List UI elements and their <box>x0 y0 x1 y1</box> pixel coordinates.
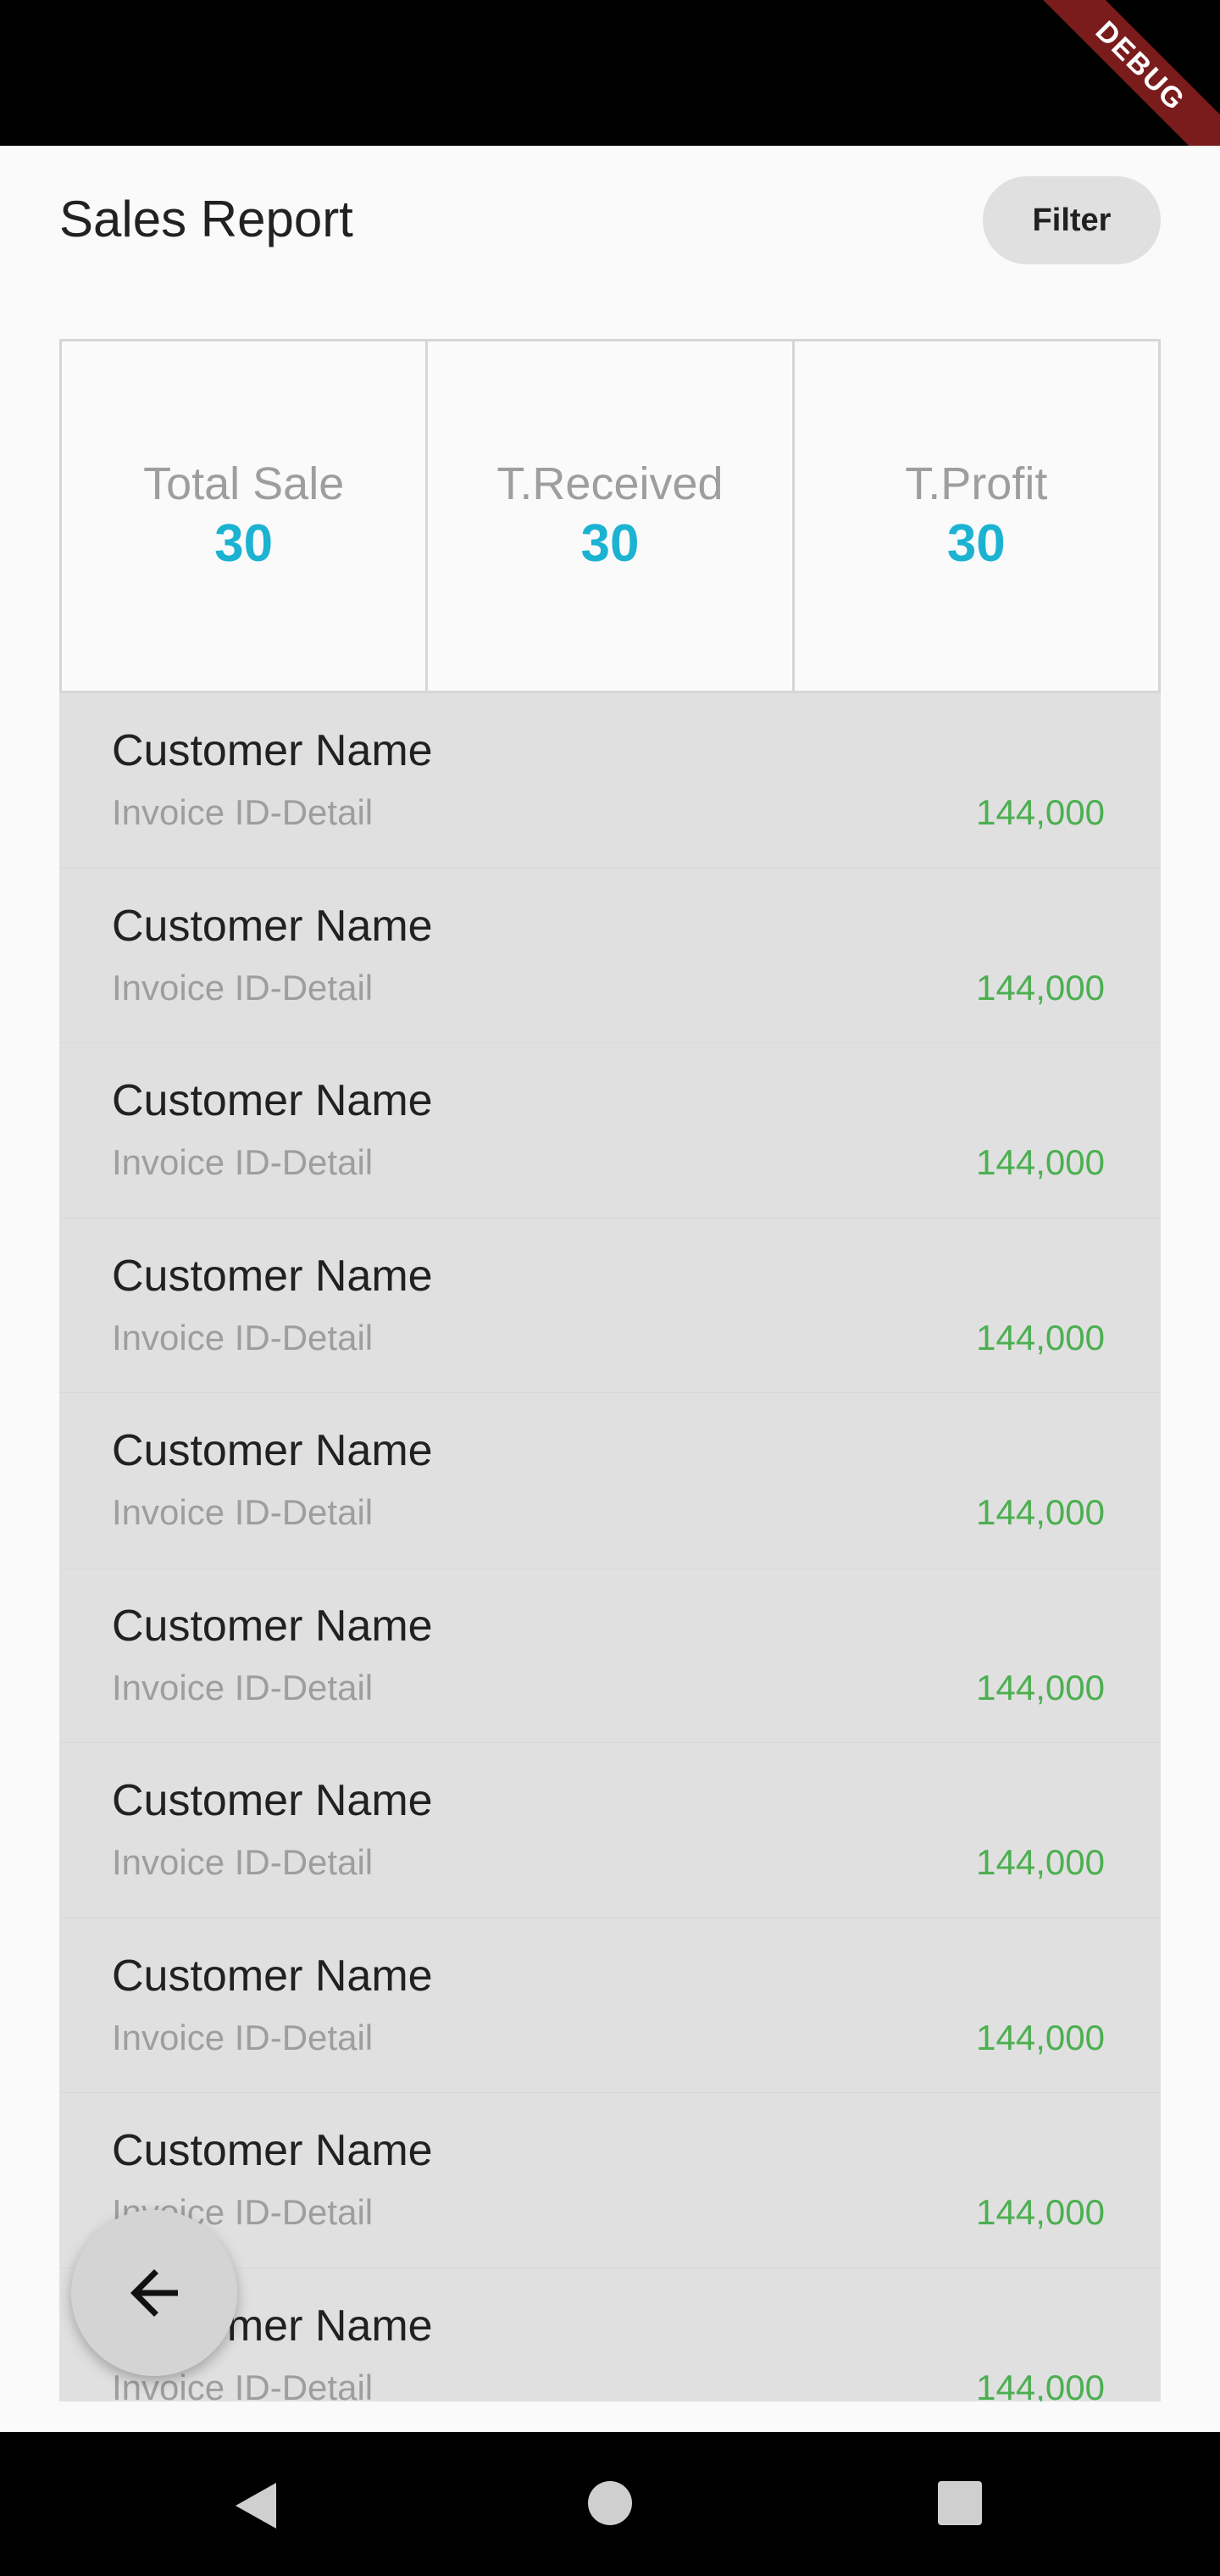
sale-amount: 144,000 <box>976 1667 1105 1707</box>
invoice-id: Invoice ID-Detail <box>112 1667 374 1707</box>
system-nav-bar <box>0 2432 1220 2576</box>
customer-name: Customer Name <box>112 1251 433 1301</box>
customer-name: Customer Name <box>112 726 433 775</box>
summary-value: 30 <box>214 514 274 574</box>
status-bar: DEBUG <box>0 0 1220 146</box>
sales-list[interactable]: Customer Name Invoice ID-Detail 144,000 … <box>59 693 1161 2401</box>
sale-amount: 144,000 <box>976 792 1105 832</box>
sale-amount: 144,000 <box>976 2192 1105 2232</box>
page-title: Sales Report <box>59 191 353 247</box>
summary-total-received: T.Received 30 <box>428 341 795 691</box>
sale-amount: 144,000 <box>976 2017 1105 2057</box>
summary-total-sale: Total Sale 30 <box>62 341 429 691</box>
filter-button[interactable]: Filter <box>983 176 1161 264</box>
sales-list-item[interactable]: Customer Name Invoice ID-Detail 144,000 <box>59 1393 1161 1568</box>
invoice-id: Invoice ID-Detail <box>112 1492 374 1532</box>
invoice-id: Invoice ID-Detail <box>112 1842 374 1882</box>
summary-total-profit: T.Profit 30 <box>795 341 1158 691</box>
sales-list-item[interactable]: Customer Name Invoice ID-Detail 144,000 <box>59 1918 1161 2093</box>
sales-list-item[interactable]: Customer Name Invoice ID-Detail 144,000 <box>59 1043 1161 1219</box>
invoice-id: Invoice ID-Detail <box>112 967 374 1008</box>
nav-home-icon[interactable] <box>588 2481 632 2525</box>
sale-amount: 144,000 <box>976 1842 1105 1882</box>
summary-label: T.Received <box>496 458 724 510</box>
summary-label: Total Sale <box>143 458 345 510</box>
sale-amount: 144,000 <box>976 2367 1105 2402</box>
sales-list-item[interactable]: Customer Name Invoice ID-Detail 144,000 <box>59 693 1161 869</box>
app-bar: Sales Report Filter <box>0 146 1220 295</box>
back-fab[interactable] <box>71 2210 237 2376</box>
summary-value: 30 <box>946 514 1006 574</box>
sale-amount: 144,000 <box>976 967 1105 1008</box>
customer-name: Customer Name <box>112 1601 433 1651</box>
customer-name: Customer Name <box>112 1951 433 2001</box>
invoice-id: Invoice ID-Detail <box>112 1317 374 1357</box>
nav-recents-icon[interactable] <box>938 2481 982 2525</box>
sale-amount: 144,000 <box>976 1142 1105 1182</box>
customer-name: Customer Name <box>112 1076 433 1125</box>
customer-name: Customer Name <box>112 2126 433 2175</box>
customer-name: Customer Name <box>112 1776 433 1825</box>
debug-banner: DEBUG <box>1017 0 1220 146</box>
sale-amount: 144,000 <box>976 1492 1105 1532</box>
summary-panel: Total Sale 30 T.Received 30 T.Profit 30 <box>59 339 1161 693</box>
invoice-id: Invoice ID-Detail <box>112 792 374 832</box>
invoice-id: Invoice ID-Detail <box>112 2017 374 2057</box>
sales-list-item[interactable]: Customer Name Invoice ID-Detail 144,000 <box>59 1568 1161 1743</box>
sales-list-item[interactable]: Customer Name Invoice ID-Detail 144,000 <box>59 2093 1161 2268</box>
sales-list-item[interactable]: Customer Name Invoice ID-Detail 144,000 <box>59 1743 1161 1918</box>
summary-value: 30 <box>580 514 640 574</box>
sales-list-item[interactable]: Customer Name Invoice ID-Detail 144,000 <box>59 1219 1161 1393</box>
nav-back-icon[interactable] <box>234 2481 278 2530</box>
summary-label: T.Profit <box>905 458 1048 510</box>
arrow-back-icon <box>130 2269 178 2317</box>
customer-name: Customer Name <box>112 1426 433 1475</box>
sales-list-item[interactable]: Customer Name Invoice ID-Detail 144,000 <box>59 869 1161 1043</box>
invoice-id: Invoice ID-Detail <box>112 1142 374 1182</box>
customer-name: Customer Name <box>112 901 433 951</box>
sale-amount: 144,000 <box>976 1317 1105 1357</box>
